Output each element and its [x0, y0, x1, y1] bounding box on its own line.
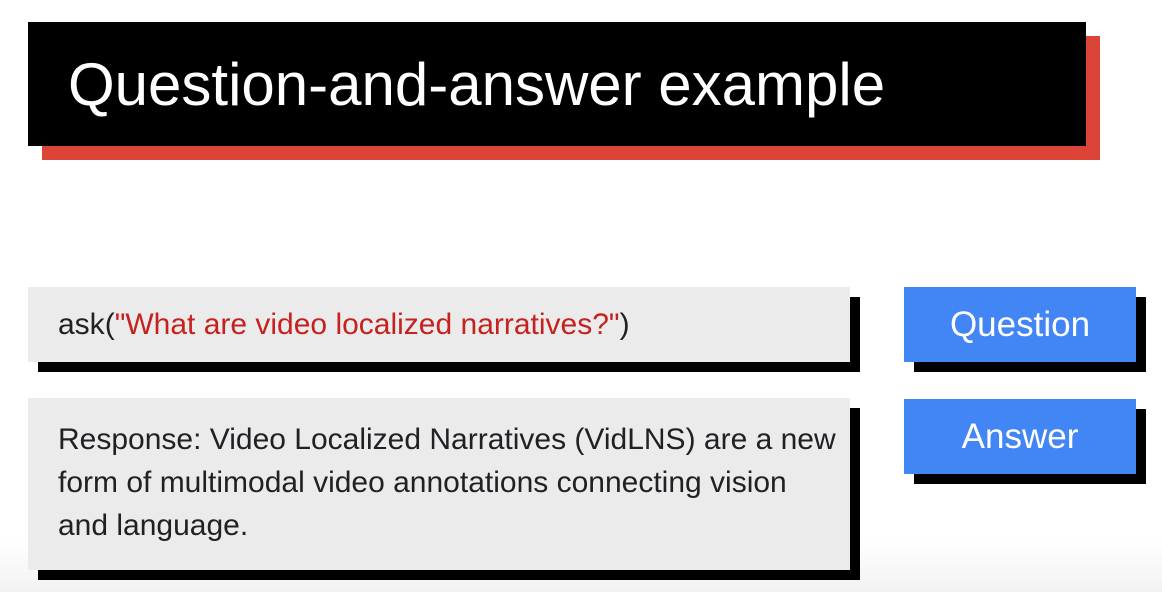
title-banner: Question-and-answer example: [28, 22, 1086, 146]
page-title: Question-and-answer example: [68, 50, 886, 118]
question-code: ask("What are video localized narratives…: [58, 308, 630, 342]
answer-text: Response: Video Localized Narratives (Vi…: [58, 423, 836, 542]
answer-label: Answer: [904, 399, 1136, 474]
answer-panel: Response: Video Localized Narratives (Vi…: [28, 398, 850, 570]
open-paren: (: [104, 307, 115, 341]
question-panel: ask("What are video localized narratives…: [28, 287, 850, 362]
function-name: ask: [58, 307, 105, 341]
question-string: "What are video localized narratives?": [114, 307, 620, 341]
question-label: Question: [904, 287, 1136, 362]
close-paren: ): [619, 307, 630, 341]
